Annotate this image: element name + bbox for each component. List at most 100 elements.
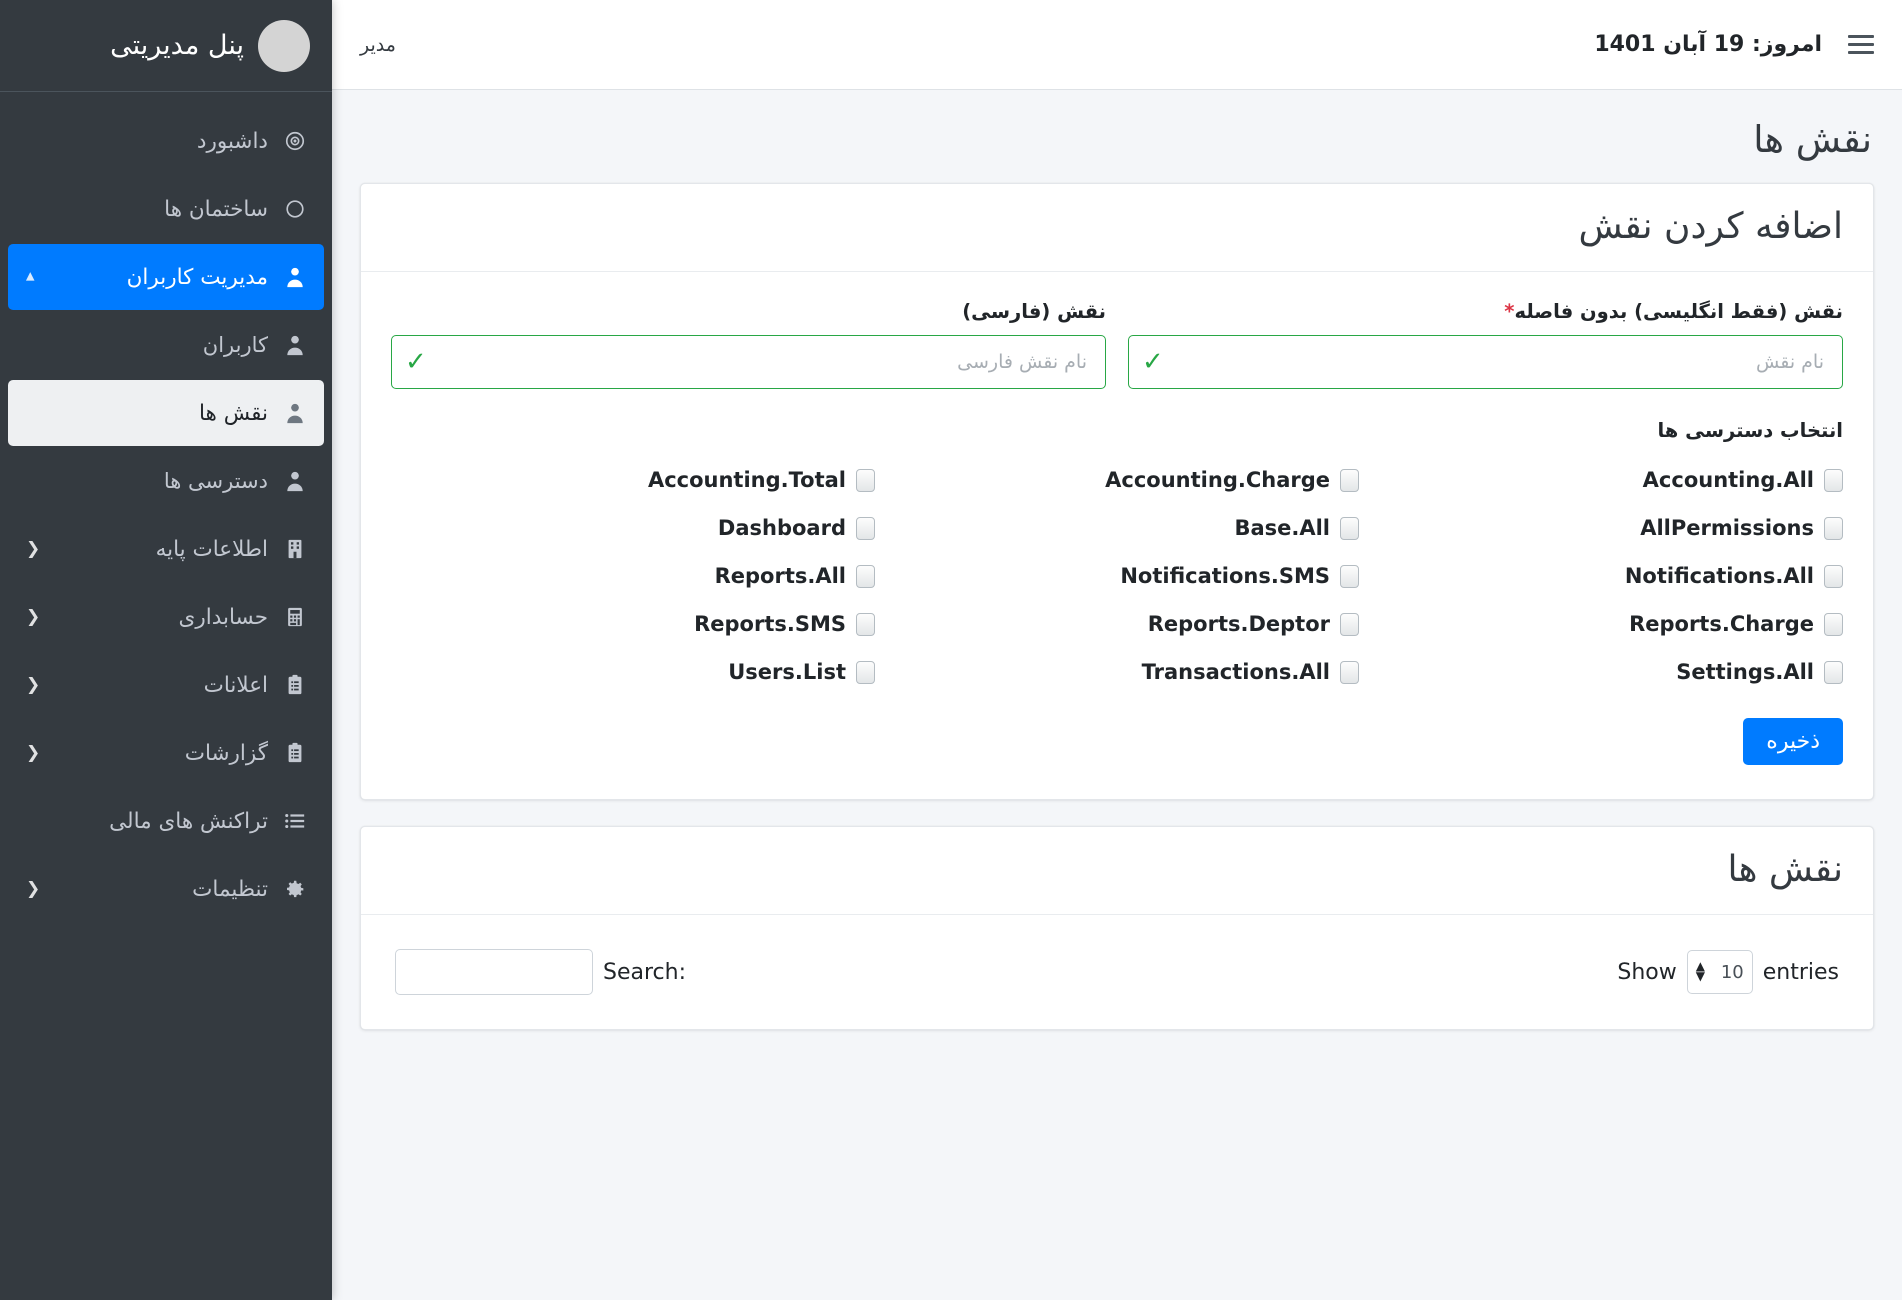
list-icon [280, 810, 310, 832]
chevron-left-icon: ❮ [22, 539, 40, 559]
permission-checkbox[interactable] [1824, 565, 1843, 588]
sidebar-item-label: داشبورد [22, 129, 268, 154]
topbar-user-label[interactable]: مدیر [360, 34, 396, 56]
permission-item[interactable]: Transactions.All [875, 648, 1359, 696]
sidebar-item-1[interactable]: داشبورد [8, 108, 324, 174]
permission-label: Accounting.Charge [1105, 468, 1330, 492]
permission-item[interactable]: Dashboard [391, 504, 875, 552]
permission-item[interactable]: AllPermissions [1359, 504, 1843, 552]
save-row: ذخیره [391, 718, 1843, 765]
permission-checkbox[interactable] [1340, 613, 1359, 636]
app-root: پنل مدیریتی داشبوردساختمان هامدیریت کارب… [0, 0, 1902, 1300]
sidebar-item-4[interactable]: کاربران [8, 312, 324, 378]
sidebar-item-label: نقش ها [22, 401, 268, 426]
user-icon [280, 334, 310, 356]
sidebar-item-8[interactable]: حسابداری❮ [8, 584, 324, 650]
main-content: امروز: 19 آبان 1401 مدیر نقش ها اضافه کر… [332, 0, 1902, 1300]
permission-item[interactable]: Notifications.All [1359, 552, 1843, 600]
role-name-en-label-text: نقش (فقط انگلیسی) بدون فاصله [1515, 300, 1844, 323]
permission-item[interactable]: Reports.All [391, 552, 875, 600]
permission-checkbox[interactable] [856, 613, 875, 636]
permission-item[interactable]: Accounting.Charge [875, 456, 1359, 504]
permission-item[interactable]: Accounting.All [1359, 456, 1843, 504]
sidebar-item-12[interactable]: تنظیمات❮ [8, 856, 324, 922]
permission-item[interactable]: Settings.All [1359, 648, 1843, 696]
permission-checkbox[interactable] [1824, 469, 1843, 492]
entries-label: entries [1763, 960, 1839, 985]
sidebar-item-label: کاربران [22, 333, 268, 357]
sidebar-brand[interactable]: پنل مدیریتی [0, 0, 332, 92]
permission-checkbox[interactable] [1340, 469, 1359, 492]
chevron-left-icon: ❮ [22, 607, 40, 627]
role-name-en-input-wrap: ✓ [1128, 335, 1843, 389]
permission-checkbox[interactable] [856, 661, 875, 684]
sidebar-item-3[interactable]: مدیریت کاربران▾ [8, 244, 324, 310]
permission-checkbox[interactable] [1340, 517, 1359, 540]
sidebar-item-label: اطلاعات پایه [40, 537, 268, 562]
permission-checkbox[interactable] [1340, 661, 1359, 684]
permission-checkbox[interactable] [1824, 517, 1843, 540]
clipboard-icon [280, 674, 310, 696]
permission-checkbox[interactable] [1824, 661, 1843, 684]
permission-label: Dashboard [718, 516, 846, 540]
sidebar-item-label: گزارشات [40, 741, 268, 766]
page-size-select[interactable]: ▲▼ 10 [1687, 950, 1753, 994]
permission-checkbox[interactable] [1824, 613, 1843, 636]
clipboard-icon [280, 742, 310, 764]
role-name-fa-input-wrap: ✓ [391, 335, 1106, 389]
page-title: نقش ها [332, 90, 1902, 183]
sidebar-item-5[interactable]: نقش ها [8, 380, 324, 446]
permission-checkbox[interactable] [1340, 565, 1359, 588]
roles-list-title: نقش ها [391, 849, 1843, 890]
role-name-en-group: نقش (فقط انگلیسی) بدون فاصله* ✓ [1128, 300, 1843, 389]
sidebar-item-label: مدیریت کاربران [35, 265, 268, 290]
building-alt-icon [280, 538, 310, 560]
permission-label: Reports.SMS [694, 612, 846, 636]
permission-label: Settings.All [1676, 660, 1814, 684]
sidebar: پنل مدیریتی داشبوردساختمان هامدیریت کارب… [0, 0, 332, 1300]
sidebar-item-6[interactable]: دسترسی ها [8, 448, 324, 514]
permission-checkbox[interactable] [856, 469, 875, 492]
permission-item[interactable]: Reports.Charge [1359, 600, 1843, 648]
permissions-grid: Accounting.All Accounting.Charge Accountin… [391, 456, 1843, 696]
topbar: امروز: 19 آبان 1401 مدیر [332, 0, 1902, 90]
user-icon [280, 266, 310, 288]
sidebar-item-11[interactable]: تراکنش های مالی [8, 788, 324, 854]
sidebar-item-9[interactable]: اعلانات❮ [8, 652, 324, 718]
page-size-value: 10 [1721, 962, 1744, 983]
hamburger-icon[interactable] [1848, 35, 1874, 54]
permission-item[interactable]: Reports.SMS [391, 600, 875, 648]
show-entries-control: Show ▲▼ 10 entries [1617, 950, 1839, 994]
permission-label: Notifications.All [1625, 564, 1814, 588]
role-name-fa-input[interactable] [391, 335, 1106, 389]
gear-icon [280, 878, 310, 900]
sidebar-item-label: تنظیمات [40, 877, 268, 902]
add-role-card: اضافه کردن نقش نقش (فقط انگلیسی) بدون فا… [360, 183, 1874, 800]
permission-item[interactable]: Notifications.SMS [875, 552, 1359, 600]
permissions-heading: انتخاب دسترسی ها [391, 419, 1843, 442]
permission-item[interactable]: Reports.Deptor [875, 600, 1359, 648]
role-form-row: نقش (فقط انگلیسی) بدون فاصله* ✓ نقش (فار… [391, 300, 1843, 389]
chevron-left-icon: ❮ [22, 879, 40, 899]
chevron-up-icon: ▾ [22, 267, 35, 287]
role-name-en-input[interactable] [1128, 335, 1843, 389]
sidebar-item-2[interactable]: ساختمان ها [8, 176, 324, 242]
permission-item[interactable]: Accounting.Total [391, 456, 875, 504]
building-icon [280, 198, 310, 220]
permission-item[interactable]: Users.List [391, 648, 875, 696]
add-role-card-header: اضافه کردن نقش [361, 184, 1873, 272]
search-input[interactable] [395, 949, 593, 995]
brand-title: پنل مدیریتی [110, 30, 244, 61]
sidebar-item-10[interactable]: گزارشات❮ [8, 720, 324, 786]
sidebar-nav: داشبوردساختمان هامدیریت کاربران▾کاربرانن… [0, 92, 332, 922]
save-button[interactable]: ذخیره [1743, 718, 1843, 765]
sidebar-item-label: اعلانات [40, 673, 268, 698]
permission-label: Users.List [728, 660, 846, 684]
user-icon [280, 470, 310, 492]
permission-checkbox[interactable] [856, 565, 875, 588]
permission-checkbox[interactable] [856, 517, 875, 540]
sidebar-item-7[interactable]: اطلاعات پایه❮ [8, 516, 324, 582]
permission-label: Accounting.Total [648, 468, 846, 492]
roles-list-card: نقش ها Show ▲▼ 10 entries Search: [360, 826, 1874, 1030]
permission-item[interactable]: Base.All [875, 504, 1359, 552]
